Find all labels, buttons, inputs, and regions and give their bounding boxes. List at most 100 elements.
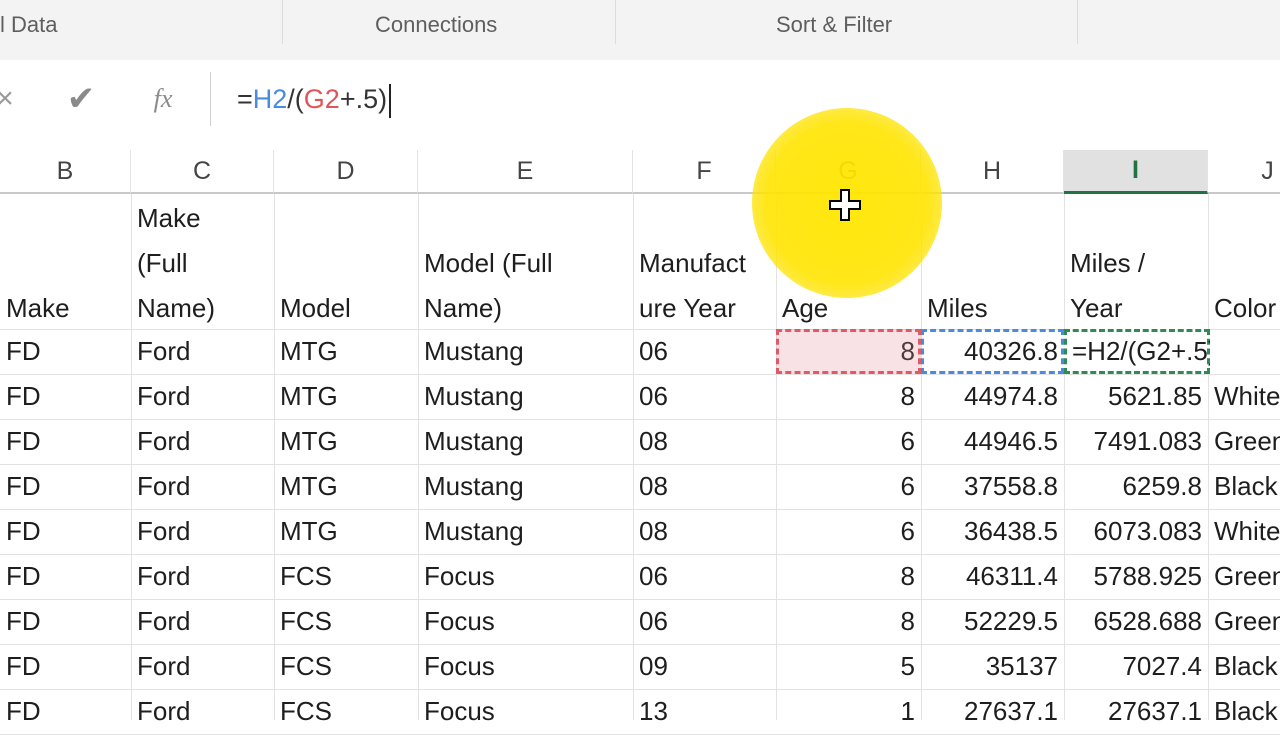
- cell-d7[interactable]: FCS: [274, 554, 418, 599]
- header-cell-c[interactable]: Name): [131, 286, 215, 331]
- cell-e9[interactable]: Focus: [418, 644, 633, 689]
- cell-d10[interactable]: FCS: [274, 689, 418, 734]
- cell-j6[interactable]: White: [1208, 509, 1280, 554]
- cell-d6[interactable]: MTG: [274, 509, 418, 554]
- column-header-j[interactable]: J: [1208, 150, 1280, 194]
- cancel-icon[interactable]: ×: [0, 72, 20, 126]
- cell-b6[interactable]: FD: [0, 509, 131, 554]
- cell-e3[interactable]: Mustang: [418, 374, 633, 419]
- formula-input[interactable]: =H2/(G2+.5): [210, 72, 1280, 126]
- cell-g7[interactable]: 8: [776, 554, 921, 599]
- cell-e4[interactable]: Mustang: [418, 419, 633, 464]
- cell-e2[interactable]: Mustang: [418, 329, 633, 374]
- cell-b2[interactable]: FD: [0, 329, 131, 374]
- cell-e10[interactable]: Focus: [418, 689, 633, 734]
- cell-i2-editing[interactable]: =H2/(G2+.5): [1066, 329, 1210, 374]
- cell-d3[interactable]: MTG: [274, 374, 418, 419]
- cell-h5[interactable]: 37558.8: [921, 464, 1064, 509]
- cell-g9[interactable]: 5: [776, 644, 921, 689]
- cell-b9[interactable]: FD: [0, 644, 131, 689]
- cell-c6[interactable]: Ford: [131, 509, 274, 554]
- cell-d5[interactable]: MTG: [274, 464, 418, 509]
- cell-b8[interactable]: FD: [0, 599, 131, 644]
- cell-i5[interactable]: 6259.8: [1064, 464, 1208, 509]
- column-header-h[interactable]: H: [921, 150, 1064, 194]
- header-cell-c[interactable]: (Full: [131, 241, 188, 286]
- header-cell-j[interactable]: Color: [1208, 286, 1276, 331]
- cell-i4[interactable]: 7491.083: [1064, 419, 1208, 464]
- cell-e8[interactable]: Focus: [418, 599, 633, 644]
- cell-g6[interactable]: 6: [776, 509, 921, 554]
- cell-f10[interactable]: 13: [633, 689, 776, 734]
- cell-h6[interactable]: 36438.5: [921, 509, 1064, 554]
- cell-g10[interactable]: 1: [776, 689, 921, 734]
- cell-j2[interactable]: [1208, 329, 1280, 374]
- column-header-b[interactable]: B: [0, 150, 131, 194]
- cell-f8[interactable]: 06: [633, 599, 776, 644]
- column-header-e[interactable]: E: [418, 150, 633, 194]
- cell-e6[interactable]: Mustang: [418, 509, 633, 554]
- cell-h9[interactable]: 35137: [921, 644, 1064, 689]
- cell-f6[interactable]: 08: [633, 509, 776, 554]
- cell-c10[interactable]: Ford: [131, 689, 274, 734]
- cell-d8[interactable]: FCS: [274, 599, 418, 644]
- cell-f2[interactable]: 06: [633, 329, 776, 374]
- cell-f9[interactable]: 09: [633, 644, 776, 689]
- cell-j4[interactable]: Green: [1208, 419, 1280, 464]
- cell-j5[interactable]: Black: [1208, 464, 1280, 509]
- cell-e5[interactable]: Mustang: [418, 464, 633, 509]
- cell-i9[interactable]: 7027.4: [1064, 644, 1208, 689]
- cell-j3[interactable]: White: [1208, 374, 1280, 419]
- cell-j8[interactable]: Green: [1208, 599, 1280, 644]
- cell-f4[interactable]: 08: [633, 419, 776, 464]
- cell-f5[interactable]: 08: [633, 464, 776, 509]
- ribbon-group-connections[interactable]: Connections: [375, 12, 497, 38]
- insert-function-icon[interactable]: fx: [140, 72, 186, 126]
- cell-b10[interactable]: FD: [0, 689, 131, 734]
- cell-e7[interactable]: Focus: [418, 554, 633, 599]
- header-cell-f[interactable]: ure Year: [633, 286, 736, 331]
- cell-i8[interactable]: 6528.688: [1064, 599, 1208, 644]
- cell-h8[interactable]: 52229.5: [921, 599, 1064, 644]
- enter-check-icon[interactable]: ✔: [58, 72, 104, 126]
- cell-c4[interactable]: Ford: [131, 419, 274, 464]
- cell-g4[interactable]: 6: [776, 419, 921, 464]
- cell-h7[interactable]: 46311.4: [921, 554, 1064, 599]
- header-cell-e[interactable]: Name): [418, 286, 502, 331]
- cell-d9[interactable]: FCS: [274, 644, 418, 689]
- cell-j10[interactable]: Black: [1208, 689, 1280, 734]
- cell-d2[interactable]: MTG: [274, 329, 418, 374]
- cell-i6[interactable]: 6073.083: [1064, 509, 1208, 554]
- ribbon-group-get-data[interactable]: l Data: [0, 12, 57, 38]
- column-header-c[interactable]: C: [131, 150, 274, 194]
- header-cell-f[interactable]: Manufact: [633, 241, 746, 286]
- cell-g5[interactable]: 6: [776, 464, 921, 509]
- header-cell-c[interactable]: Make: [131, 196, 201, 241]
- header-cell-d[interactable]: Model: [274, 286, 351, 331]
- cell-b5[interactable]: FD: [0, 464, 131, 509]
- cell-h3[interactable]: 44974.8: [921, 374, 1064, 419]
- cell-i7[interactable]: 5788.925: [1064, 554, 1208, 599]
- cell-f3[interactable]: 06: [633, 374, 776, 419]
- ribbon-group-sort-filter[interactable]: Sort & Filter: [776, 12, 892, 38]
- cell-c5[interactable]: Ford: [131, 464, 274, 509]
- header-cell-e[interactable]: Model (Full: [418, 241, 553, 286]
- cell-c3[interactable]: Ford: [131, 374, 274, 419]
- header-cell-i[interactable]: Year: [1064, 286, 1123, 331]
- cell-f7[interactable]: 06: [633, 554, 776, 599]
- cell-j7[interactable]: Green: [1208, 554, 1280, 599]
- cell-j9[interactable]: Black: [1208, 644, 1280, 689]
- column-header-i[interactable]: I: [1064, 150, 1208, 194]
- header-cell-b[interactable]: Make: [0, 286, 70, 331]
- cell-g8[interactable]: 8: [776, 599, 921, 644]
- header-cell-h[interactable]: Miles: [921, 286, 988, 331]
- header-cell-i[interactable]: Miles /: [1064, 241, 1145, 286]
- cell-g3[interactable]: 8: [776, 374, 921, 419]
- cell-b7[interactable]: FD: [0, 554, 131, 599]
- cell-h4[interactable]: 44946.5: [921, 419, 1064, 464]
- cell-b4[interactable]: FD: [0, 419, 131, 464]
- cell-i3[interactable]: 5621.85: [1064, 374, 1208, 419]
- cell-c7[interactable]: Ford: [131, 554, 274, 599]
- cell-i10[interactable]: 27637.1: [1064, 689, 1208, 734]
- cell-c9[interactable]: Ford: [131, 644, 274, 689]
